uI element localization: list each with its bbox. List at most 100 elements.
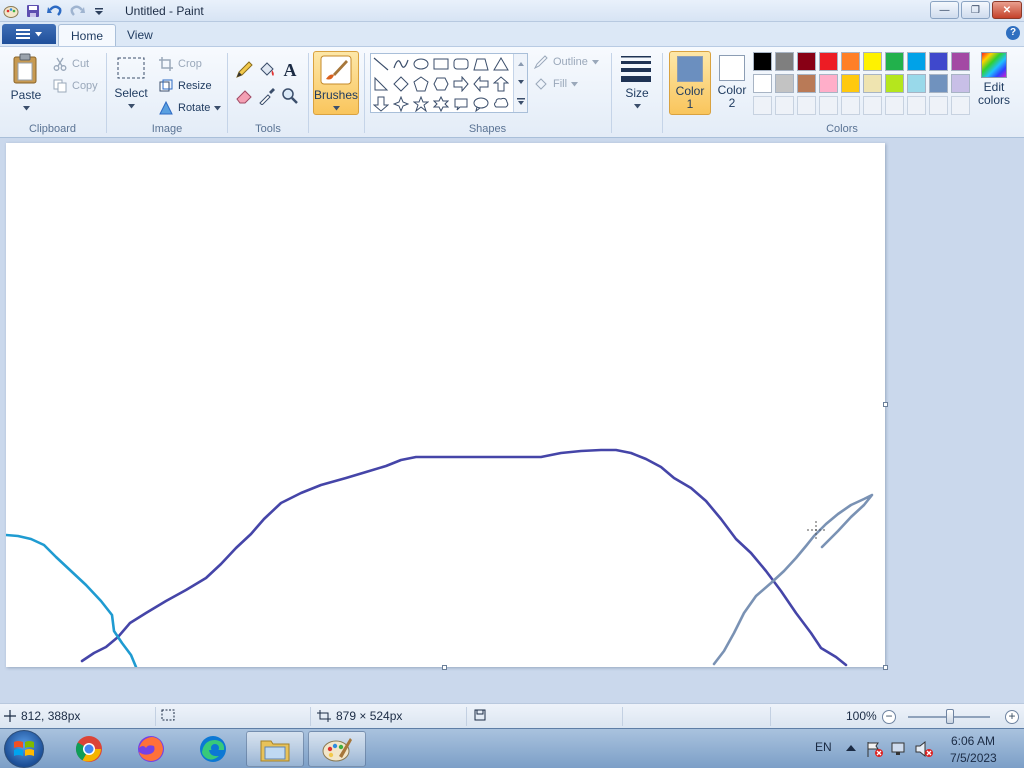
maximize-button[interactable]: ❐ (961, 1, 990, 19)
hexagon-shape-icon[interactable] (431, 74, 451, 94)
resize-handle-bottom[interactable] (442, 665, 447, 670)
palette-swatch[interactable] (951, 52, 970, 71)
custom-color-slot[interactable] (863, 96, 882, 115)
copy-button[interactable]: Copy (52, 77, 98, 95)
tab-view[interactable]: View (115, 24, 165, 46)
oval-shape-icon[interactable] (411, 54, 431, 74)
save-icon[interactable] (24, 2, 42, 19)
taskbar-paint[interactable] (308, 731, 366, 767)
drawing-canvas[interactable] (6, 143, 885, 667)
zoom-out-button[interactable]: − (882, 710, 896, 724)
show-hidden-icons-button[interactable] (846, 743, 856, 755)
paste-button[interactable]: Paste (6, 53, 46, 114)
text-tool[interactable]: A (279, 59, 301, 81)
four-point-star-shape-icon[interactable] (391, 94, 411, 114)
triangle-shape-icon[interactable] (491, 54, 511, 74)
palette-swatch[interactable] (819, 74, 838, 93)
palette-swatch[interactable] (929, 52, 948, 71)
palette-swatch[interactable] (753, 74, 772, 93)
cut-button[interactable]: Cut (52, 55, 89, 73)
taskbar-chrome[interactable] (60, 731, 118, 767)
line-shape-icon[interactable] (371, 54, 391, 74)
edit-colors-button[interactable]: Edit colors (975, 52, 1013, 107)
resize-handle-corner[interactable] (883, 665, 888, 670)
palette-swatch[interactable] (753, 52, 772, 71)
custom-color-slot[interactable] (775, 96, 794, 115)
rounded-callout-shape-icon[interactable] (451, 94, 471, 114)
custom-color-slot[interactable] (885, 96, 904, 115)
right-arrow-shape-icon[interactable] (451, 74, 471, 94)
shapes-scrollbar[interactable] (513, 54, 527, 112)
fill-button[interactable]: Fill (533, 75, 579, 93)
palette-swatch[interactable] (863, 52, 882, 71)
redo-icon[interactable] (68, 2, 86, 19)
taskbar-edge[interactable] (184, 731, 242, 767)
customize-qat-icon[interactable] (90, 2, 108, 19)
custom-color-slot[interactable] (797, 96, 816, 115)
zoom-in-button[interactable]: + (1005, 710, 1019, 724)
curve-shape-icon[interactable] (391, 54, 411, 74)
clock-date[interactable]: 7/5/2023 (950, 751, 997, 765)
palette-swatch[interactable] (929, 74, 948, 93)
palette-swatch[interactable] (819, 52, 838, 71)
down-arrow-shape-icon[interactable] (371, 94, 391, 114)
outline-button[interactable]: Outline (533, 53, 599, 71)
select-button[interactable]: Select (112, 55, 150, 112)
resize-button[interactable]: Resize (158, 77, 212, 95)
palette-swatch[interactable] (797, 52, 816, 71)
custom-color-slot[interactable] (907, 96, 926, 115)
six-point-star-shape-icon[interactable] (431, 94, 451, 114)
clock-time[interactable]: 6:06 AM (951, 734, 995, 748)
paint-app-icon[interactable] (2, 2, 20, 19)
custom-color-slot[interactable] (841, 96, 860, 115)
tab-home[interactable]: Home (58, 24, 117, 46)
minimize-button[interactable]: — (930, 1, 959, 19)
custom-color-slot[interactable] (753, 96, 772, 115)
diamond-shape-icon[interactable] (391, 74, 411, 94)
fill-tool[interactable] (256, 59, 278, 81)
palette-swatch[interactable] (841, 52, 860, 71)
brushes-button[interactable]: Brushes (313, 51, 359, 115)
palette-swatch[interactable] (885, 74, 904, 93)
left-arrow-shape-icon[interactable] (471, 74, 491, 94)
pentagon-shape-icon[interactable] (411, 74, 431, 94)
help-icon[interactable]: ? (1006, 26, 1020, 40)
rotate-button[interactable]: Rotate (158, 99, 222, 117)
oval-callout-shape-icon[interactable] (471, 94, 491, 114)
palette-swatch[interactable] (951, 74, 970, 93)
right-triangle-shape-icon[interactable] (371, 74, 391, 94)
language-indicator[interactable]: EN (815, 740, 832, 754)
custom-color-slot[interactable] (951, 96, 970, 115)
taskbar-firefox[interactable] (122, 731, 180, 767)
start-button[interactable] (4, 730, 44, 768)
palette-swatch[interactable] (907, 74, 926, 93)
five-point-star-shape-icon[interactable] (411, 94, 431, 114)
undo-icon[interactable] (46, 2, 64, 19)
eraser-tool[interactable] (233, 85, 255, 107)
palette-swatch[interactable] (863, 74, 882, 93)
palette-swatch[interactable] (775, 52, 794, 71)
color2-button[interactable]: Color 2 (714, 51, 750, 115)
taskbar-file-explorer[interactable] (246, 731, 304, 767)
palette-swatch[interactable] (907, 52, 926, 71)
size-button[interactable]: Size (619, 53, 655, 113)
tray-network[interactable] (890, 740, 908, 761)
pencil-tool[interactable] (233, 59, 255, 81)
resize-handle-right[interactable] (883, 402, 888, 407)
polygon-shape-icon[interactable] (471, 54, 491, 74)
close-button[interactable]: ✕ (992, 1, 1022, 19)
color1-button[interactable]: Color 1 (669, 51, 711, 115)
color-picker-tool[interactable] (256, 85, 278, 107)
paint-menu-button[interactable] (2, 24, 56, 44)
palette-swatch[interactable] (775, 74, 794, 93)
rounded-rectangle-shape-icon[interactable] (451, 54, 471, 74)
crop-button[interactable]: Crop (158, 55, 202, 73)
palette-swatch[interactable] (885, 52, 904, 71)
custom-color-slot[interactable] (929, 96, 948, 115)
custom-color-slot[interactable] (819, 96, 838, 115)
cloud-callout-shape-icon[interactable] (491, 94, 511, 114)
rectangle-shape-icon[interactable] (431, 54, 451, 74)
palette-swatch[interactable] (841, 74, 860, 93)
zoom-slider-thumb[interactable] (946, 709, 954, 724)
palette-swatch[interactable] (797, 74, 816, 93)
